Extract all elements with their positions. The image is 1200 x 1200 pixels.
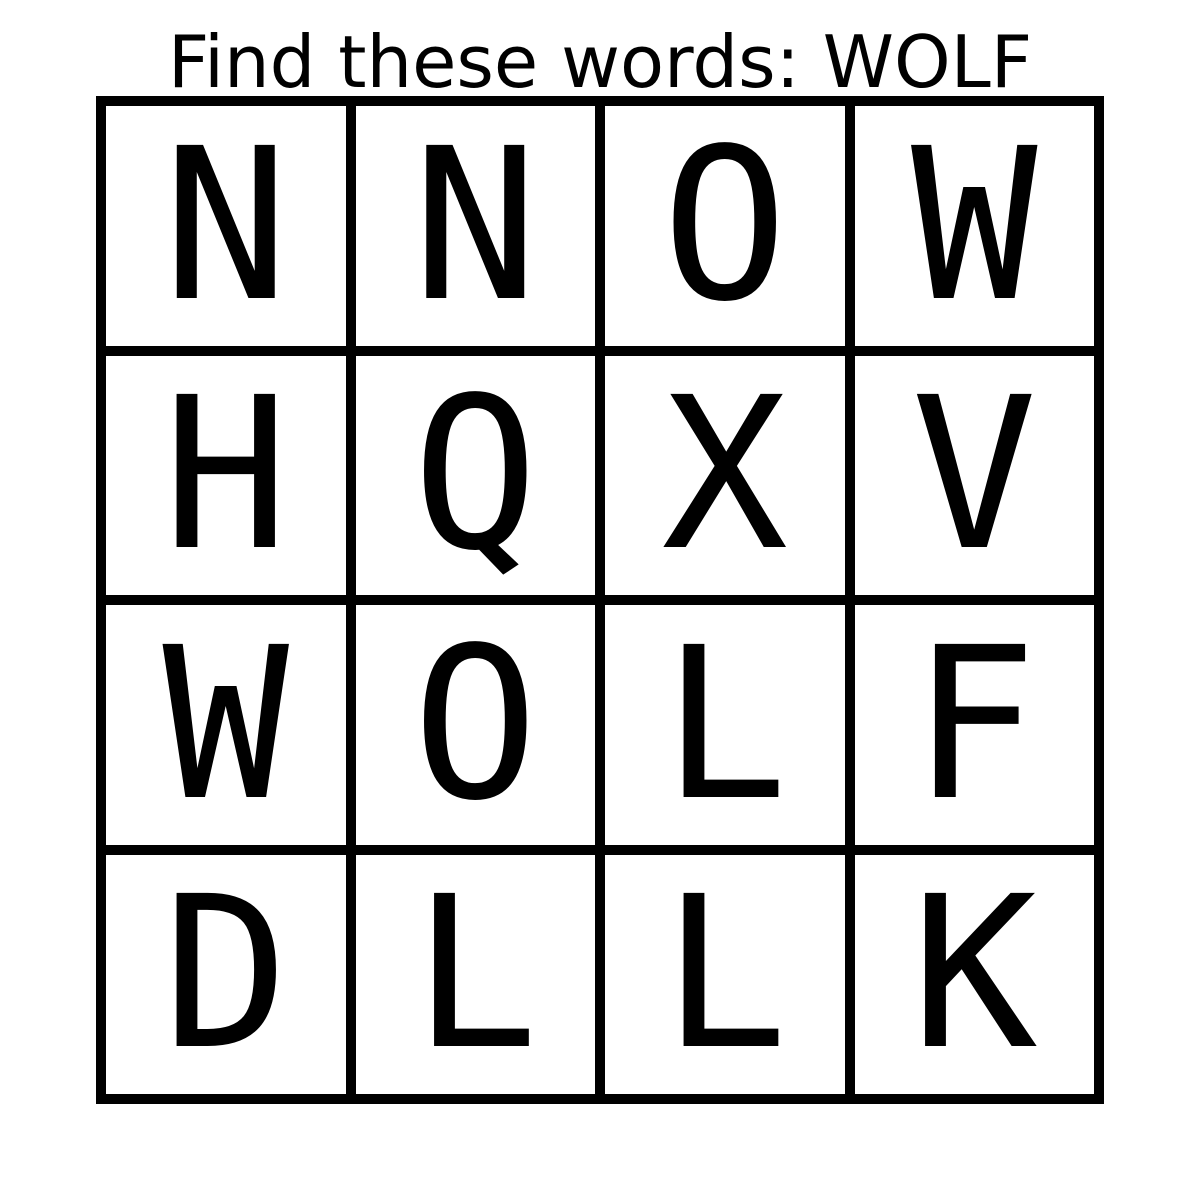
letter-cell-r1-c4[interactable]: W (854, 106, 1094, 346)
letter-cell-r2-c4[interactable]: V (854, 355, 1094, 595)
puzzle-title: Find these words: WOLF (167, 20, 1033, 104)
letter-cell-r1-c3[interactable]: O (605, 106, 845, 346)
letter-cell-r1-c1[interactable]: N (106, 106, 346, 346)
letter-cell-r2-c1[interactable]: H (106, 355, 346, 595)
letter-cell-r2-c2[interactable]: Q (355, 355, 595, 595)
letter-cell-r4-c4[interactable]: K (854, 854, 1094, 1094)
letter-cell-r4-c1[interactable]: D (106, 854, 346, 1094)
word-search-grid: N N O W H Q X V W O L F D L L K (96, 96, 1104, 1104)
letter-cell-r3-c2[interactable]: O (355, 605, 595, 845)
letter-cell-r3-c1[interactable]: W (106, 605, 346, 845)
letter-cell-r4-c2[interactable]: L (355, 854, 595, 1094)
letter-cell-r4-c3[interactable]: L (605, 854, 845, 1094)
letter-cell-r2-c3[interactable]: X (605, 355, 845, 595)
letter-cell-r1-c2[interactable]: N (355, 106, 595, 346)
letter-cell-r3-c4[interactable]: F (854, 605, 1094, 845)
letter-cell-r3-c3[interactable]: L (605, 605, 845, 845)
